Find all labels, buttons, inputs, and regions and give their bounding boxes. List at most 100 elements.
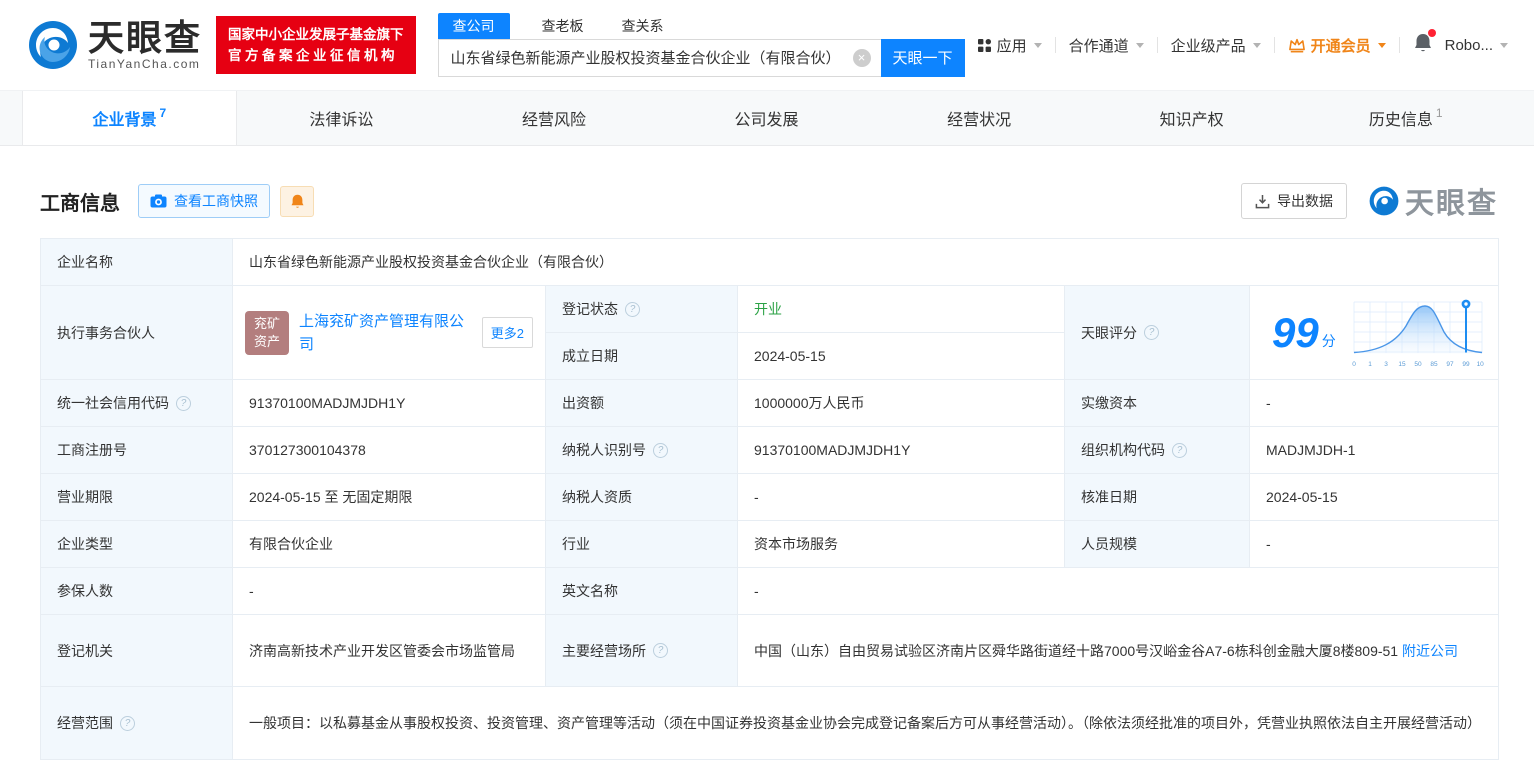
monitor-bell-button[interactable] — [280, 185, 314, 217]
nav-enterprise-products[interactable]: 企业级产品 — [1171, 35, 1261, 56]
partner-avatar[interactable]: 兖矿 资产 — [245, 310, 289, 355]
tab-operating-status[interactable]: 经营状况 — [874, 91, 1087, 145]
tianyan-score-label: 天眼评分 — [1065, 286, 1250, 380]
search-block: 查公司 查老板 查关系 天眼一下 — [437, 12, 965, 77]
field-label: 纳税人识别号 — [562, 442, 646, 458]
field-value: 资本市场服务 — [754, 536, 838, 552]
tab-label: 经营状况 — [947, 112, 1012, 129]
business-address-value: 中国（山东）自由贸易试验区济南片区舜华路街道经十路7000号汉峪金谷A7-6栋科… — [738, 615, 1498, 687]
field-value: 2024-05-15 — [1266, 489, 1338, 505]
tab-intellectual-property[interactable]: 知识产权 — [1087, 91, 1300, 145]
tianyancha-logo[interactable]: 天眼查 TianYanCha.com — [28, 19, 202, 71]
search-tab-company[interactable]: 查公司 — [437, 12, 510, 39]
field-label: 实缴资本 — [1081, 395, 1137, 411]
export-data-button[interactable]: 导出数据 — [1240, 183, 1347, 219]
chevron-down-icon — [1377, 42, 1386, 48]
snapshot-button-label: 查看工商快照 — [174, 193, 258, 209]
field-value: 370127300104378 — [249, 442, 366, 458]
help-icon[interactable] — [653, 643, 668, 658]
taxpayer-quality-value: - — [738, 474, 1065, 521]
nav-cooperation[interactable]: 合作通道 — [1069, 35, 1144, 56]
search-input[interactable] — [437, 38, 881, 77]
notifications-bell[interactable] — [1413, 28, 1436, 59]
field-label: 执行事务合伙人 — [57, 324, 155, 341]
score-axis-ticks: 0 1 3 15 50 85 97 99 100 — [1352, 361, 1484, 368]
approval-date-label: 核准日期 — [1065, 474, 1250, 521]
help-icon[interactable] — [625, 301, 640, 317]
field-value: - — [1266, 395, 1271, 411]
divider — [1398, 37, 1400, 53]
company-type-value: 有限合伙企业 — [233, 521, 546, 568]
search-button[interactable]: 天眼一下 — [880, 38, 965, 77]
nav-user-account[interactable]: Robo... — [1445, 37, 1508, 54]
company-section-tabs: 企业背景 7 法律诉讼 经营风险 公司发展 经营状况 知识产权 历史信息 1 — [0, 90, 1534, 146]
business-term-label: 营业期限 — [41, 474, 233, 521]
avatar-text-line1: 兖矿 — [253, 315, 280, 331]
clear-search-icon[interactable] — [852, 48, 871, 67]
executive-partner-label: 执行事务合伙人 — [41, 286, 233, 380]
nav-vip-label: 开通会员 — [1310, 37, 1371, 55]
apps-grid-icon — [977, 38, 991, 52]
industry-label: 行业 — [546, 521, 738, 568]
tab-label: 公司发展 — [734, 112, 799, 129]
watermark-logo: 天眼查 — [1369, 180, 1498, 222]
business-info-table: 企业名称 山东省绿色新能源产业股权投资基金合伙企业（有限合伙） 执行事务合伙人 … — [40, 238, 1499, 760]
tab-count: 7 — [159, 106, 167, 120]
establish-date-value: 2024-05-15 — [738, 333, 1065, 380]
tab-history-info[interactable]: 历史信息 1 — [1299, 91, 1512, 145]
top-nav: 应用 合作通道 企业级产品 开通会员 Robo... — [977, 28, 1508, 59]
field-label: 成立日期 — [562, 348, 618, 364]
watermark-text: 天眼查 — [1404, 188, 1498, 220]
org-code-label: 组织机构代码 — [1065, 427, 1250, 474]
nav-apps[interactable]: 应用 — [977, 35, 1042, 56]
badge-line1: 国家中小企业发展子基金旗下 — [228, 27, 404, 42]
export-button-label: 导出数据 — [1276, 193, 1333, 209]
field-value: - — [249, 583, 254, 599]
field-value: 有限合伙企业 — [249, 536, 333, 552]
help-icon[interactable] — [653, 442, 668, 458]
tianyan-score-unit: 分 — [1321, 332, 1336, 349]
nav-vip-membership[interactable]: 开通会员 — [1288, 35, 1386, 56]
top-header: 天眼查 TianYanCha.com 国家中小企业发展子基金旗下 官方备案企业征… — [0, 0, 1534, 90]
search-tab-relation[interactable]: 查关系 — [616, 13, 670, 39]
field-value: - — [1266, 536, 1271, 552]
capital-label: 出资额 — [546, 380, 738, 427]
partner-company-link[interactable]: 上海兖矿资产管理有限公司 — [299, 310, 472, 356]
svg-text:85: 85 — [1430, 361, 1438, 368]
help-icon[interactable] — [176, 395, 191, 411]
partner-more-button[interactable]: 更多2 — [481, 317, 533, 348]
search-tab-boss[interactable]: 查老板 — [536, 13, 590, 39]
staff-size-value: - — [1250, 521, 1498, 568]
english-name-value: - — [738, 568, 1498, 615]
tab-company-development[interactable]: 公司发展 — [662, 91, 875, 145]
svg-text:0: 0 — [1352, 361, 1356, 368]
field-value: 91370100MADJMJDH1Y — [249, 395, 406, 411]
tab-legal-proceedings[interactable]: 法律诉讼 — [237, 91, 450, 145]
field-label: 参保人数 — [57, 583, 113, 599]
search-tabs: 查公司 查老板 查关系 — [437, 12, 965, 39]
tab-company-background[interactable]: 企业背景 7 — [22, 91, 237, 145]
chevron-down-icon — [1500, 42, 1508, 48]
svg-text:15: 15 — [1398, 361, 1406, 368]
nearby-companies-link[interactable]: 附近公司 — [1402, 643, 1458, 659]
field-value: 91370100MADJMJDH1Y — [754, 442, 911, 458]
help-icon[interactable] — [1144, 325, 1159, 340]
section-title: 工商信息 — [40, 192, 120, 215]
divider — [1054, 37, 1056, 53]
certification-badge: 国家中小企业发展子基金旗下 官方备案企业征信机构 — [216, 16, 416, 74]
snapshot-button[interactable]: 查看工商快照 — [138, 184, 270, 218]
tianyancha-logo-icon — [29, 21, 77, 69]
insured-count-value: - — [233, 568, 546, 615]
business-term-value: 2024-05-15 至 无固定期限 — [233, 474, 546, 521]
field-value: - — [754, 489, 759, 505]
tab-operational-risk[interactable]: 经营风险 — [449, 91, 662, 145]
nav-cooperation-label: 合作通道 — [1068, 37, 1129, 55]
company-name-label: 企业名称 — [41, 239, 233, 286]
divider — [1273, 37, 1275, 53]
field-value: 山东省绿色新能源产业股权投资基金合伙企业（有限合伙） — [249, 254, 613, 270]
chevron-down-icon — [1252, 42, 1261, 48]
help-icon[interactable] — [120, 715, 135, 731]
insured-count-label: 参保人数 — [41, 568, 233, 615]
help-icon[interactable] — [1172, 442, 1187, 458]
field-label: 天眼评分 — [1081, 324, 1137, 341]
